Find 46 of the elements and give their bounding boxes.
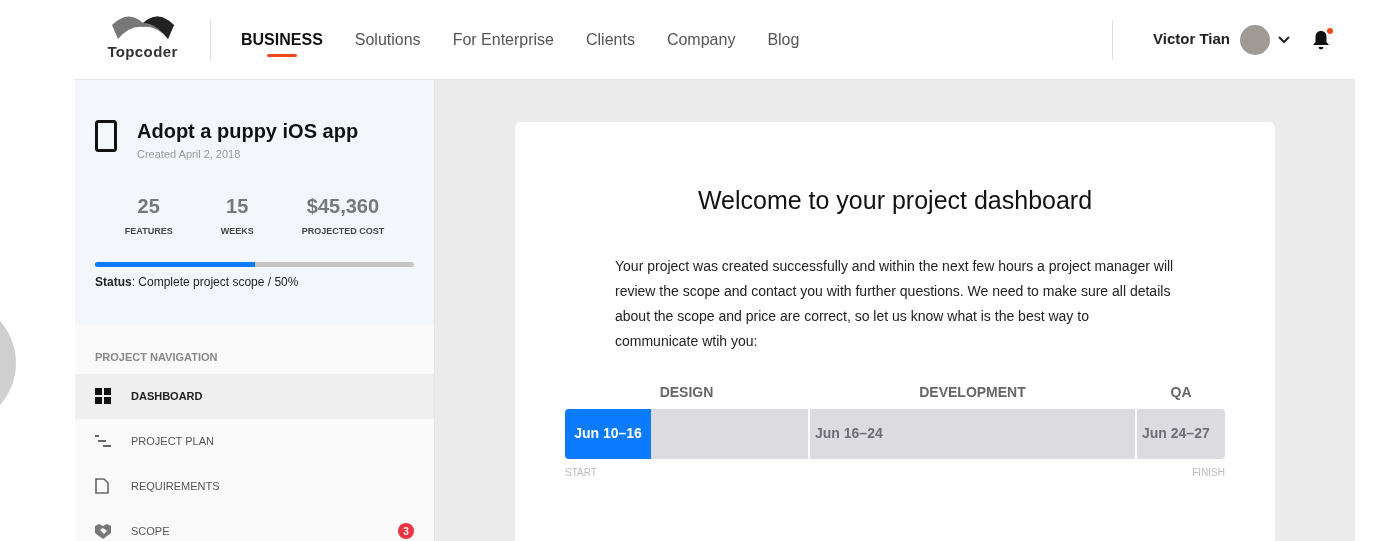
nav-link[interactable]: BUSINESS <box>241 0 323 79</box>
nav-link[interactable]: Company <box>666 0 736 79</box>
phase-dates: Jun 10–16 <box>565 408 651 459</box>
finish-label: FINISH <box>1192 465 1225 480</box>
document-icon <box>95 478 109 494</box>
welcome-title: Welcome to your project dashboard <box>696 185 1094 216</box>
nav-link[interactable]: Solutions <box>354 0 421 79</box>
stat-value: $45,360 <box>306 193 380 219</box>
user-name: Victor Tian <box>1153 29 1230 50</box>
active-underline <box>266 54 297 57</box>
phase-dates: Jun 16–24 <box>815 424 883 443</box>
nav-label: REQUIREMENTS <box>131 478 220 494</box>
stat-label: PROJECTED COST <box>301 224 385 238</box>
nav-item[interactable]: REQUIREMENTS <box>75 463 434 509</box>
phase-name: DESIGN <box>658 382 715 402</box>
logo-text: Topcoder <box>107 42 178 63</box>
stat-label: WEEKS <box>220 224 254 238</box>
created-date: Created April 2, 2018 <box>137 147 242 162</box>
steps-icon <box>95 435 111 447</box>
logo-icon <box>109 15 176 42</box>
nav-item[interactable]: PROJECT PLAN <box>75 418 434 464</box>
stat-label: FEATURES <box>124 224 173 238</box>
nav-label: DASHBOARD <box>131 388 203 404</box>
nav-link[interactable]: For Enterprise <box>452 0 554 79</box>
bell-icon[interactable] <box>1312 29 1330 50</box>
welcome-text: Your project was created successfully and within the next few hours a project manager will review the scope and contact you with further questions. We need to make sure all details about the scope and price are correct, so let us know what is the best way to communicate wtih you: <box>615 256 1175 351</box>
nav-link[interactable]: Clients <box>586 0 635 79</box>
grid-icon <box>95 388 111 404</box>
nav-item[interactable]: DASHBOARD <box>75 373 434 419</box>
phase-dates: Jun 24–27 <box>1142 424 1210 443</box>
chevron-down-icon[interactable] <box>1278 35 1290 44</box>
project-title: Adopt a puppy iOS app <box>137 119 359 144</box>
stat-value: 15 <box>226 193 249 219</box>
nav-label: SCOPE <box>131 523 170 539</box>
start-label: START <box>565 465 597 480</box>
status-text: Status: Complete project scope / 50% <box>95 274 300 291</box>
nav-heading: PROJECT NAVIGATION <box>94 350 219 365</box>
tablet-icon <box>95 120 117 152</box>
phase-name: DEVELOPMENT <box>918 382 1027 402</box>
nav-item[interactable]: SCOPE 3 <box>75 508 434 541</box>
count-badge: 3 <box>398 523 414 539</box>
nav-link[interactable]: Blog <box>767 0 800 79</box>
stat-value: 25 <box>137 193 160 219</box>
nav-label: PROJECT PLAN <box>131 433 214 449</box>
phase-name: QA <box>1169 382 1193 402</box>
avatar[interactable] <box>1240 24 1270 55</box>
